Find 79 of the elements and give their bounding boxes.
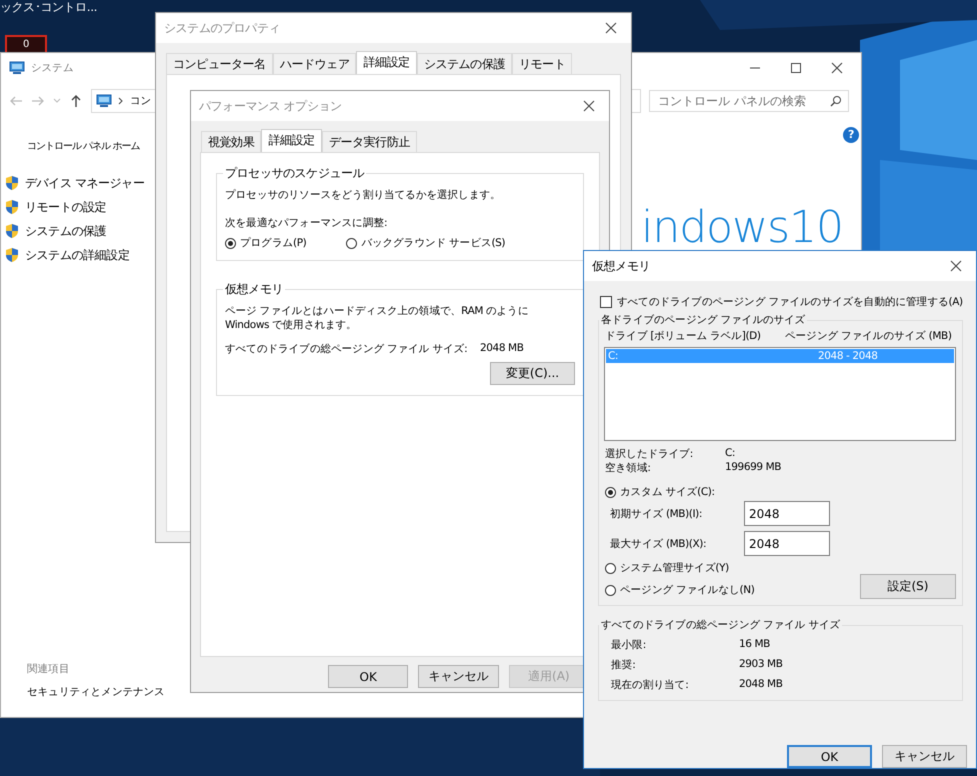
field-label: すべてのドライブの総ページング ファイル サイズ:: [225, 342, 468, 356]
field-label: 現在の割り当て:: [611, 678, 690, 692]
group-heading: 各ドライブのページング ファイルのサイズ: [600, 313, 806, 327]
change-button[interactable]: 変更(C)...: [490, 362, 575, 385]
radio-button[interactable]: [225, 238, 236, 248]
dialog-button[interactable]: OK: [328, 665, 408, 688]
tab[interactable]: ハードウェア: [272, 53, 356, 74]
field-value: 199699 MB: [725, 461, 782, 475]
desktop-icon-label: ックス･コントロ...: [0, 0, 98, 16]
tab[interactable]: 詳細設定: [356, 51, 417, 74]
tab[interactable]: コンピューター名: [166, 53, 273, 74]
chevron-right-icon: [118, 97, 124, 105]
dialog-title: システムのプロパティ: [164, 20, 282, 36]
close-icon[interactable]: [950, 260, 962, 272]
section-heading: 関連項目: [27, 662, 70, 676]
group-heading: 仮想メモリ: [224, 281, 284, 298]
checkbox-label[interactable]: すべてのドライブのページング ファイルのサイズを自動的に管理する(A): [617, 295, 963, 309]
group-heading: すべてのドライブの総ページング ファイル サイズ: [600, 618, 842, 632]
column-header: ドライブ [ボリューム ラベル](D): [605, 329, 762, 343]
field-label: 次を最適なパフォーマンスに調整:: [225, 216, 388, 230]
description-text: プロセッサのリソースをどう割り当てるかを選択します。: [225, 188, 502, 202]
radio-label[interactable]: プログラム(P): [240, 236, 306, 250]
radio-button[interactable]: [605, 584, 616, 596]
radio-button[interactable]: [605, 562, 616, 574]
brand-logo-text: indows10: [641, 203, 843, 253]
window-title: システム: [31, 61, 74, 75]
shield-icon: [5, 199, 19, 215]
dialog-title: 仮想メモリ: [592, 258, 652, 274]
tab[interactable]: データ実行防止: [322, 131, 418, 152]
radio-label[interactable]: ページング ファイルなし(N): [620, 583, 754, 597]
breadcrumb[interactable]: コン: [130, 94, 152, 108]
close-icon[interactable]: [583, 100, 595, 112]
field-label: 選択したドライブ:: [605, 447, 694, 461]
tab[interactable]: 視覚効果: [201, 131, 262, 152]
desktop-icon[interactable]: 0: [5, 35, 47, 52]
radio-label[interactable]: カスタム サイズ(C):: [620, 485, 715, 499]
shield-icon: [5, 247, 19, 263]
radio-label[interactable]: バックグラウンド サービス(S): [361, 236, 506, 250]
description-text: ページ ファイルとはハードディスク上の領域で、RAM のように Windows で使用されます。: [225, 304, 530, 332]
checkbox[interactable]: [600, 296, 612, 308]
tab[interactable]: リモート: [512, 53, 572, 74]
field-label: 最大サイズ (MB)(X):: [610, 536, 708, 550]
sidebar-link[interactable]: セキュリティとメンテナンス: [27, 685, 165, 699]
field-value: C:: [725, 447, 736, 461]
table-cell: 2048 - 2048: [818, 349, 878, 363]
dialog-button[interactable]: OK: [787, 745, 872, 768]
field-value: 16 MB: [739, 638, 770, 652]
computer-icon: [96, 94, 112, 108]
shield-icon: [5, 223, 19, 239]
set-button[interactable]: 設定(S): [860, 574, 956, 599]
search-icon: [830, 95, 842, 107]
table-cell-text: C:: [607, 349, 620, 363]
input-field[interactable]: 2048: [744, 531, 830, 556]
field-label: 空き領域:: [605, 461, 652, 475]
close-icon[interactable]: [605, 22, 617, 34]
radio-button[interactable]: [346, 238, 358, 248]
field-label: 初期サイズ (MB)(I):: [610, 506, 704, 520]
shield-icon: [5, 175, 19, 191]
field-value: 2048 MB: [480, 342, 524, 356]
help-button[interactable]: ?: [843, 127, 859, 143]
radio-button[interactable]: [605, 486, 616, 498]
dialog-title: パフォーマンス オプション: [199, 98, 343, 114]
column-header: ページング ファイルのサイズ (MB): [785, 329, 952, 343]
up-arrow-icon[interactable]: [69, 94, 83, 108]
field-value: 2903 MB: [739, 658, 783, 672]
group-heading: プロセッサのスケジュール: [224, 165, 366, 182]
input-field[interactable]: 2048: [744, 501, 830, 526]
field-value: 2048 MB: [739, 678, 783, 692]
radio-label[interactable]: システム管理サイズ(Y): [620, 561, 729, 575]
computer-icon: [9, 61, 25, 75]
field-label: 最小限:: [611, 638, 647, 652]
dialog-button[interactable]: キャンセル: [882, 745, 967, 768]
tab[interactable]: システムの保護: [416, 53, 512, 74]
field-label: 推奨:: [611, 658, 636, 672]
tab[interactable]: 詳細設定: [261, 129, 322, 152]
search-field[interactable]: コントロール パネルの検索: [649, 90, 849, 112]
close-icon[interactable]: [831, 62, 843, 74]
maximize-icon[interactable]: [790, 62, 802, 74]
dialog-button[interactable]: キャンセル: [418, 665, 499, 688]
